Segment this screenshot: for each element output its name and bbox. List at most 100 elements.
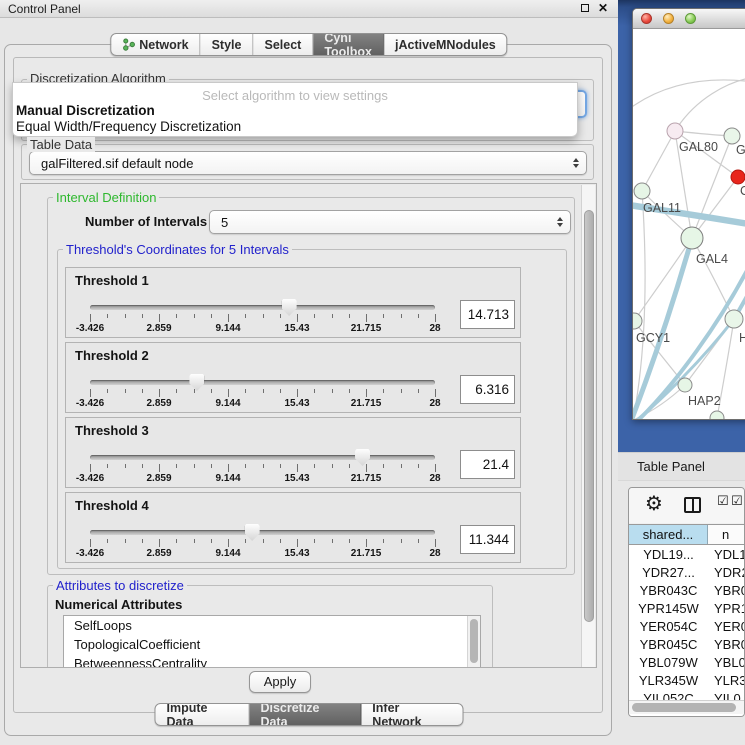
list-scrollbar[interactable]: [467, 616, 480, 668]
table-hscrollbar-thumb[interactable]: [632, 703, 736, 712]
network-node-h[interactable]: [725, 310, 743, 328]
number-of-intervals-combobox[interactable]: 5: [209, 210, 571, 234]
column-header-name[interactable]: n: [708, 525, 745, 544]
cell-name: YER0: [708, 617, 745, 635]
network-view-window[interactable]: GAL80GGAL11GAL4GCY1HHAP2C: [632, 8, 745, 420]
control-panel-titlebar[interactable]: Control Panel ✕: [0, 0, 618, 18]
numerical-attributes-list[interactable]: SelfLoopsTopologicalCoefficientBetweenne…: [63, 615, 481, 668]
network-node-g[interactable]: [724, 128, 740, 144]
right-region: GAL80GGAL11GAL4GCY1HHAP2C Table Panel ⚙ …: [618, 0, 745, 745]
table-row[interactable]: YDR27...YDR2: [629, 563, 745, 581]
tick-label: 21.715: [351, 473, 382, 484]
tick-mark: [349, 464, 350, 468]
tick-mark: [125, 314, 126, 318]
network-node-gal4[interactable]: [681, 227, 703, 249]
node-label: GCY1: [636, 331, 670, 345]
network-icon: [122, 38, 135, 51]
table-hscrollbar[interactable]: [629, 700, 744, 714]
slider-thumb[interactable]: [355, 449, 370, 466]
network-node[interactable]: [731, 170, 745, 184]
network-node-gal80[interactable]: [667, 123, 683, 139]
tab-jactivemnodules[interactable]: jActiveMNodules: [384, 34, 507, 55]
tick-label: 9.144: [215, 398, 240, 409]
network-node-gal11[interactable]: [634, 183, 650, 199]
tab-network[interactable]: Network: [111, 34, 200, 55]
network-node-hap2[interactable]: [678, 378, 692, 392]
list-scrollbar-thumb[interactable]: [470, 619, 478, 663]
algorithm-option-manual-discretization[interactable]: Manual Discretization: [16, 103, 155, 118]
tick-label: 9.144: [215, 323, 240, 334]
zoom-window-icon[interactable]: [685, 13, 696, 24]
network-canvas[interactable]: GAL80GGAL11GAL4GCY1HHAP2C: [633, 29, 745, 420]
apply-button[interactable]: Apply: [249, 671, 311, 693]
tick-label: 2.859: [146, 398, 171, 409]
table-row[interactable]: YPR145WYPR1: [629, 599, 745, 617]
attribute-item-betweennesscentrality[interactable]: BetweennessCentrality: [64, 654, 480, 668]
slider-thumb[interactable]: [189, 374, 204, 391]
tab-style[interactable]: Style: [201, 34, 254, 55]
network-window-titlebar[interactable]: [633, 9, 745, 29]
table-panel-header[interactable]: Table Panel: [618, 452, 745, 481]
tab-cyni-toolbox[interactable]: Cyni Toolbox: [313, 34, 384, 55]
tick-mark: [280, 389, 281, 393]
checkbox-icon[interactable]: ☑: [717, 494, 729, 509]
tick-label: -3.426: [76, 473, 104, 484]
network-node-gcy1[interactable]: [633, 313, 642, 329]
tick-mark: [314, 314, 315, 318]
algorithm-option-equal-width-frequency-discretization[interactable]: Equal Width/Frequency Discretization: [16, 119, 241, 134]
algorithm-placeholder-option[interactable]: Select algorithm to view settings: [13, 88, 577, 103]
cell-name: YLR3: [708, 671, 745, 689]
node-label: GAL4: [696, 252, 728, 266]
float-window-icon[interactable]: [581, 4, 589, 12]
attribute-item-topologicalcoefficient[interactable]: TopologicalCoefficient: [64, 635, 480, 654]
table-row[interactable]: YBR043CYBR0: [629, 581, 745, 599]
table-row[interactable]: YLR345WYLR3: [629, 671, 745, 689]
tick-mark: [383, 539, 384, 543]
settings-scrollbar-thumb[interactable]: [584, 210, 594, 622]
threshold-value-field[interactable]: 21.4: [460, 450, 515, 479]
tick-mark: [349, 314, 350, 318]
attribute-item-selfloops[interactable]: SelfLoops: [64, 616, 480, 635]
tab-impute-data[interactable]: Impute Data: [156, 704, 250, 725]
tick-mark: [211, 314, 212, 318]
slider-thumb[interactable]: [245, 524, 260, 541]
minimize-window-icon[interactable]: [663, 13, 674, 24]
tick-mark: [194, 464, 195, 468]
tick-mark: [383, 314, 384, 318]
column-header-shared-name[interactable]: shared...: [629, 525, 708, 544]
tick-mark: [107, 464, 108, 468]
bottom-tab-bar: Impute DataDiscretize DataInfer Network: [155, 703, 464, 726]
tab-infer-network[interactable]: Infer Network: [361, 704, 462, 725]
tick-mark: [90, 464, 91, 472]
table-row[interactable]: YER054CYER0: [629, 617, 745, 635]
cell-shared-name: YLR345W: [629, 671, 708, 689]
table-data-group-title: Table Data: [27, 137, 95, 152]
thresholds-group-title: Threshold's Coordinates for 5 Intervals: [63, 242, 292, 257]
tick-label: 9.144: [215, 548, 240, 559]
tick-mark: [332, 389, 333, 393]
node-label: HAP2: [688, 394, 721, 408]
threshold-value-field[interactable]: 14.713: [460, 300, 515, 329]
table-row[interactable]: YBL079WYBL0: [629, 653, 745, 671]
table-row[interactable]: YBR045CYBR0: [629, 635, 745, 653]
tick-mark: [280, 539, 281, 543]
gear-icon[interactable]: ⚙: [645, 491, 663, 515]
settings-scrollbar[interactable]: [581, 185, 595, 668]
close-window-icon[interactable]: [641, 13, 652, 24]
slider-thumb[interactable]: [282, 299, 297, 316]
tab-select[interactable]: Select: [253, 34, 313, 55]
tab-discretize-data[interactable]: Discretize Data: [249, 704, 361, 725]
threshold-value-field[interactable]: 11.344: [460, 525, 515, 554]
tick-mark: [435, 464, 436, 472]
threshold-value-field[interactable]: 6.316: [460, 375, 515, 404]
table-row[interactable]: YDL19...YDL1: [629, 545, 745, 563]
split-columns-icon[interactable]: [684, 497, 701, 513]
network-node[interactable]: [710, 411, 724, 420]
close-icon[interactable]: ✕: [598, 2, 608, 14]
attributes-group-title: Attributes to discretize: [53, 578, 187, 593]
slider-track: [90, 530, 435, 535]
checkbox-icon[interactable]: ☑: [731, 494, 743, 509]
tick-mark: [125, 464, 126, 468]
table-data-combobox[interactable]: galFiltered.sif default node: [29, 151, 587, 175]
table-data-selected-value: galFiltered.sif default node: [41, 156, 193, 171]
